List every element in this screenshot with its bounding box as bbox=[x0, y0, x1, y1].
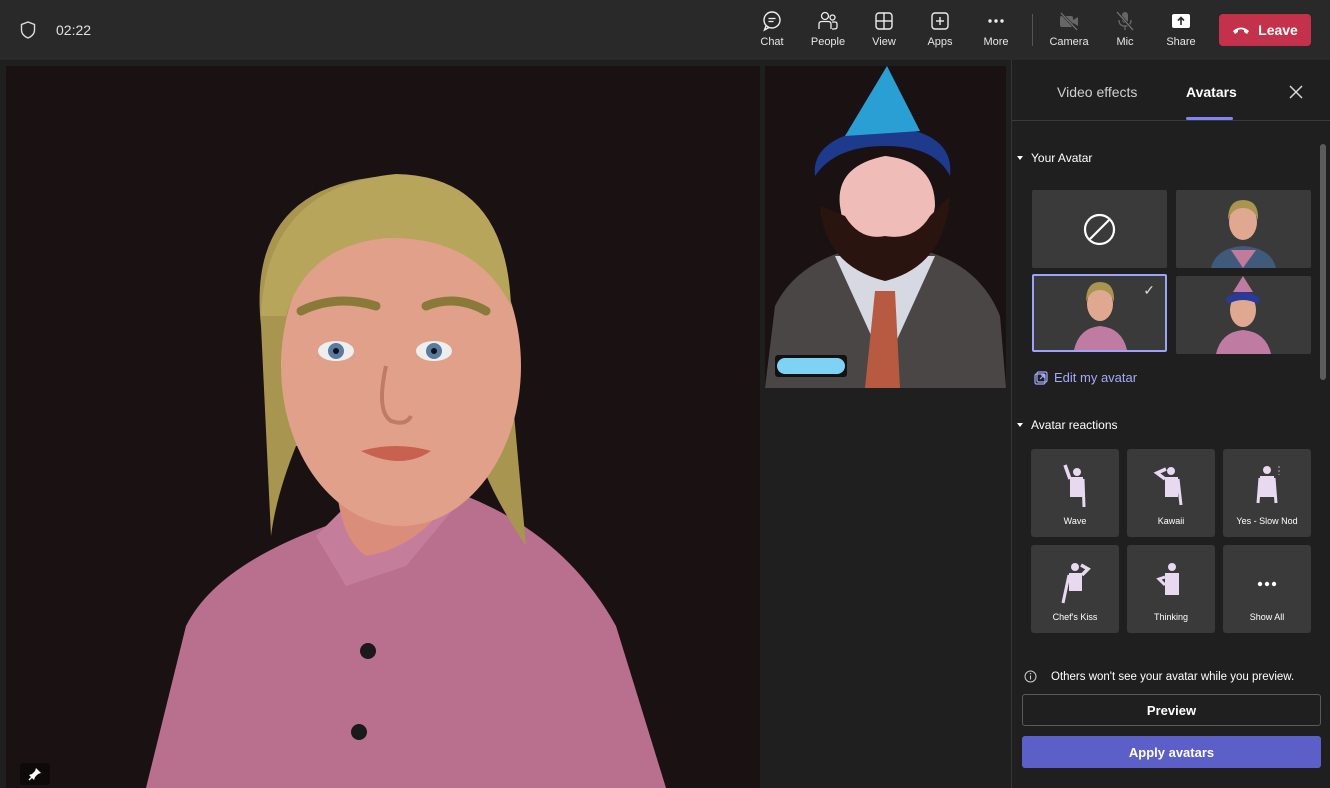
panel-scrollbar[interactable] bbox=[1320, 144, 1326, 380]
your-avatar-section-toggle[interactable]: Your Avatar bbox=[1017, 151, 1092, 165]
preview-info: Others won't see your avatar while you p… bbox=[1024, 670, 1294, 683]
reaction-wave[interactable]: Wave bbox=[1031, 449, 1119, 537]
info-text: Others won't see your avatar while you p… bbox=[1051, 670, 1295, 683]
mic-button[interactable]: Mic bbox=[1097, 10, 1153, 54]
share-icon bbox=[1172, 14, 1190, 28]
tab-video-effects[interactable]: Video effects bbox=[1057, 84, 1137, 100]
reaction-label: Yes - Slow Nod bbox=[1236, 516, 1298, 526]
pin-icon bbox=[28, 768, 41, 781]
chat-icon bbox=[763, 11, 781, 32]
ellipsis-icon bbox=[988, 19, 1004, 23]
main-video-tile[interactable] bbox=[6, 66, 760, 788]
reaction-label: Show All bbox=[1249, 612, 1285, 622]
avatar-man-image bbox=[765, 66, 1006, 388]
external-edit-icon bbox=[1034, 370, 1048, 385]
avatar-thumbnail bbox=[1216, 276, 1271, 354]
kawaii-figure-icon bbox=[1153, 467, 1183, 506]
reaction-label: Wave bbox=[1063, 516, 1087, 526]
avatars-panel: Video effects Avatars Your Avatar ✓ Edit… bbox=[1011, 60, 1330, 788]
apps-button[interactable]: Apps bbox=[912, 10, 968, 54]
share-label: Share bbox=[1166, 36, 1196, 48]
close-icon[interactable] bbox=[1288, 84, 1304, 100]
preview-button[interactable]: Preview bbox=[1022, 694, 1321, 726]
reaction-kawaii[interactable]: Kawaii bbox=[1127, 449, 1215, 537]
shield-icon[interactable] bbox=[20, 21, 36, 39]
apply-avatars-button[interactable]: Apply avatars bbox=[1022, 736, 1321, 768]
view-label: View bbox=[872, 36, 896, 48]
avatar-option-1[interactable] bbox=[1176, 190, 1311, 268]
caret-down-icon bbox=[1017, 156, 1023, 160]
reaction-label: Chef's Kiss bbox=[1052, 612, 1098, 622]
thinking-figure-icon bbox=[1156, 563, 1179, 595]
toolbar-divider bbox=[1032, 14, 1033, 46]
no-avatar-icon bbox=[1083, 213, 1116, 246]
people-label: People bbox=[810, 36, 846, 48]
view-button[interactable]: View bbox=[856, 10, 912, 54]
more-button[interactable]: More bbox=[968, 10, 1024, 54]
checkmark-icon: ✓ bbox=[1143, 282, 1155, 298]
camera-off-icon bbox=[1060, 12, 1078, 31]
hang-up-icon bbox=[1233, 27, 1250, 34]
avatar-option-3[interactable] bbox=[1176, 276, 1311, 354]
participant-name-tag bbox=[775, 355, 847, 377]
reaction-show-all[interactable]: Show All bbox=[1223, 545, 1311, 633]
people-button[interactable]: People bbox=[800, 10, 856, 54]
camera-button[interactable]: Camera bbox=[1041, 10, 1097, 54]
mic-off-icon bbox=[1116, 11, 1134, 31]
mic-label: Mic bbox=[1116, 36, 1134, 48]
meeting-stage bbox=[0, 60, 1010, 788]
tab-avatars[interactable]: Avatars bbox=[1186, 84, 1237, 100]
avatar-reactions-section-toggle[interactable]: Avatar reactions bbox=[1017, 418, 1118, 432]
reaction-yes-slow-nod[interactable]: Yes - Slow Nod bbox=[1223, 449, 1311, 537]
meeting-toolbar: 02:22 Chat People View Apps More Camera … bbox=[0, 0, 1330, 60]
nod-figure-icon bbox=[1256, 466, 1280, 504]
edit-my-avatar-link[interactable]: Edit my avatar bbox=[1034, 370, 1137, 385]
avatar-option-none[interactable] bbox=[1032, 190, 1167, 268]
active-tab-indicator bbox=[1186, 117, 1233, 120]
caret-down-icon bbox=[1017, 423, 1023, 427]
chefs-kiss-figure-icon bbox=[1061, 563, 1091, 604]
grid-icon bbox=[875, 12, 893, 30]
pin-button[interactable] bbox=[20, 763, 50, 785]
redacted-name bbox=[777, 358, 845, 374]
reaction-label: Kawaii bbox=[1157, 516, 1185, 526]
share-button[interactable]: Share bbox=[1153, 10, 1209, 54]
ellipsis-icon bbox=[1257, 581, 1277, 587]
reaction-thinking[interactable]: Thinking bbox=[1127, 545, 1215, 633]
reaction-label: Thinking bbox=[1153, 612, 1189, 622]
chat-label: Chat bbox=[760, 36, 784, 48]
your-avatar-heading: Your Avatar bbox=[1031, 151, 1093, 165]
meeting-timer: 02:22 bbox=[56, 22, 92, 38]
wave-figure-icon bbox=[1063, 464, 1086, 508]
panel-tabs: Video effects Avatars bbox=[1012, 60, 1330, 121]
participant-video-tile[interactable] bbox=[765, 66, 1006, 388]
info-icon bbox=[1024, 670, 1037, 683]
avatar-woman-image bbox=[146, 174, 666, 788]
avatar-reactions-heading: Avatar reactions bbox=[1031, 418, 1118, 432]
camera-label: Camera bbox=[1049, 36, 1089, 48]
reaction-chefs-kiss[interactable]: Chef's Kiss bbox=[1031, 545, 1119, 633]
avatar-thumbnail bbox=[1211, 200, 1276, 268]
chat-button[interactable]: Chat bbox=[744, 10, 800, 54]
people-icon bbox=[818, 11, 838, 30]
more-label: More bbox=[983, 36, 1009, 48]
plus-square-icon bbox=[931, 12, 949, 30]
avatar-option-2[interactable]: ✓ bbox=[1032, 274, 1167, 352]
leave-button[interactable]: Leave bbox=[1219, 14, 1311, 46]
leave-label: Leave bbox=[1258, 22, 1298, 38]
apps-label: Apps bbox=[927, 36, 953, 48]
edit-my-avatar-label: Edit my avatar bbox=[1054, 370, 1138, 385]
